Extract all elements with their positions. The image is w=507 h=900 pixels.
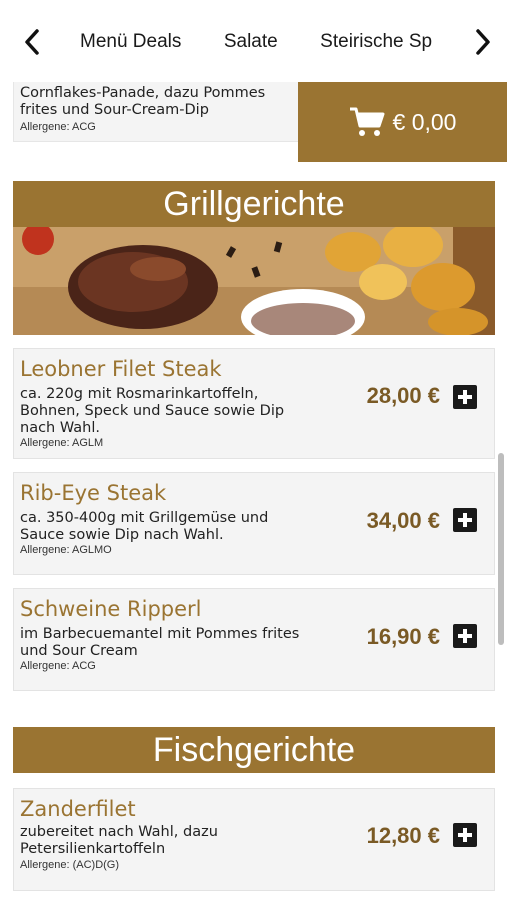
cart-total: € 0,00 [392,108,457,135]
category-nav: Menü Deals Salate Steirische Sp [0,0,507,82]
item-allergens: Allergene: ACG [20,660,96,672]
item-allergens: Allergene: (AC)D(G) [20,859,120,871]
item-description: zubereitet nach Wahl, dazu Petersilienka… [20,824,218,857]
item-name: Rib-Eye Steak [20,481,167,505]
chevron-right-icon [476,29,490,55]
item-price: 28,00 € [366,383,440,408]
item-allergens: Allergene: AGLMO [20,544,112,556]
add-to-cart-button[interactable] [453,624,477,648]
steak-photo [13,227,495,335]
add-to-cart-button[interactable] [453,385,477,409]
tab-salate[interactable]: Salate [224,28,278,56]
item-allergens: Allergene: AGLM [20,437,104,449]
menu-item-rib-eye: Rib-Eye Steak ca. 350-400g mit Grillgemü… [13,472,495,575]
nav-prev-button[interactable] [12,20,52,64]
menu-item-zanderfilet: Zanderfilet zubereitet nach Wahl, dazu P… [13,788,495,891]
item-price: 16,90 € [366,624,440,649]
category-tabs: Menü Deals Salate Steirische Sp [80,28,448,58]
item-description: im Barbecuemantel mit Pommes frites und … [20,626,300,659]
shopping-cart-icon [349,107,385,136]
item-description: Cornflakes-Panade, dazu Pommes frites un… [20,85,266,118]
item-name: Schweine Ripperl [20,597,202,621]
tab-steirische[interactable]: Steirische Sp [320,28,432,56]
item-description: ca. 220g mit Rosmarinkartoffeln, Bohnen,… [20,386,285,436]
item-name: Leobner Filet Steak [20,357,222,381]
add-to-cart-button[interactable] [453,508,477,532]
nav-next-button[interactable] [463,20,503,64]
menu-item-leobner-filet: Leobner Filet Steak ca. 220g mit Rosmari… [13,348,495,459]
add-to-cart-button[interactable] [453,823,477,847]
section-image-steak [13,227,495,335]
item-description: ca. 350-400g mit Grillgemüse und Sauce s… [20,510,269,543]
cart-button[interactable]: € 0,00 [298,82,507,162]
item-price: 12,80 € [366,823,440,848]
chevron-left-icon [25,29,39,55]
item-name: Zanderfilet [20,797,136,821]
section-title-grill: Grillgerichte [13,181,495,227]
scrollbar[interactable] [498,453,504,645]
menu-item-schweine-ripperl: Schweine Ripperl im Barbecuemantel mit P… [13,588,495,691]
item-price: 34,00 € [366,508,440,533]
tab-menu-deals[interactable]: Menü Deals [80,28,181,56]
section-title-fish: Fischgerichte [13,727,495,773]
item-allergens: Allergene: ACG [20,121,96,133]
